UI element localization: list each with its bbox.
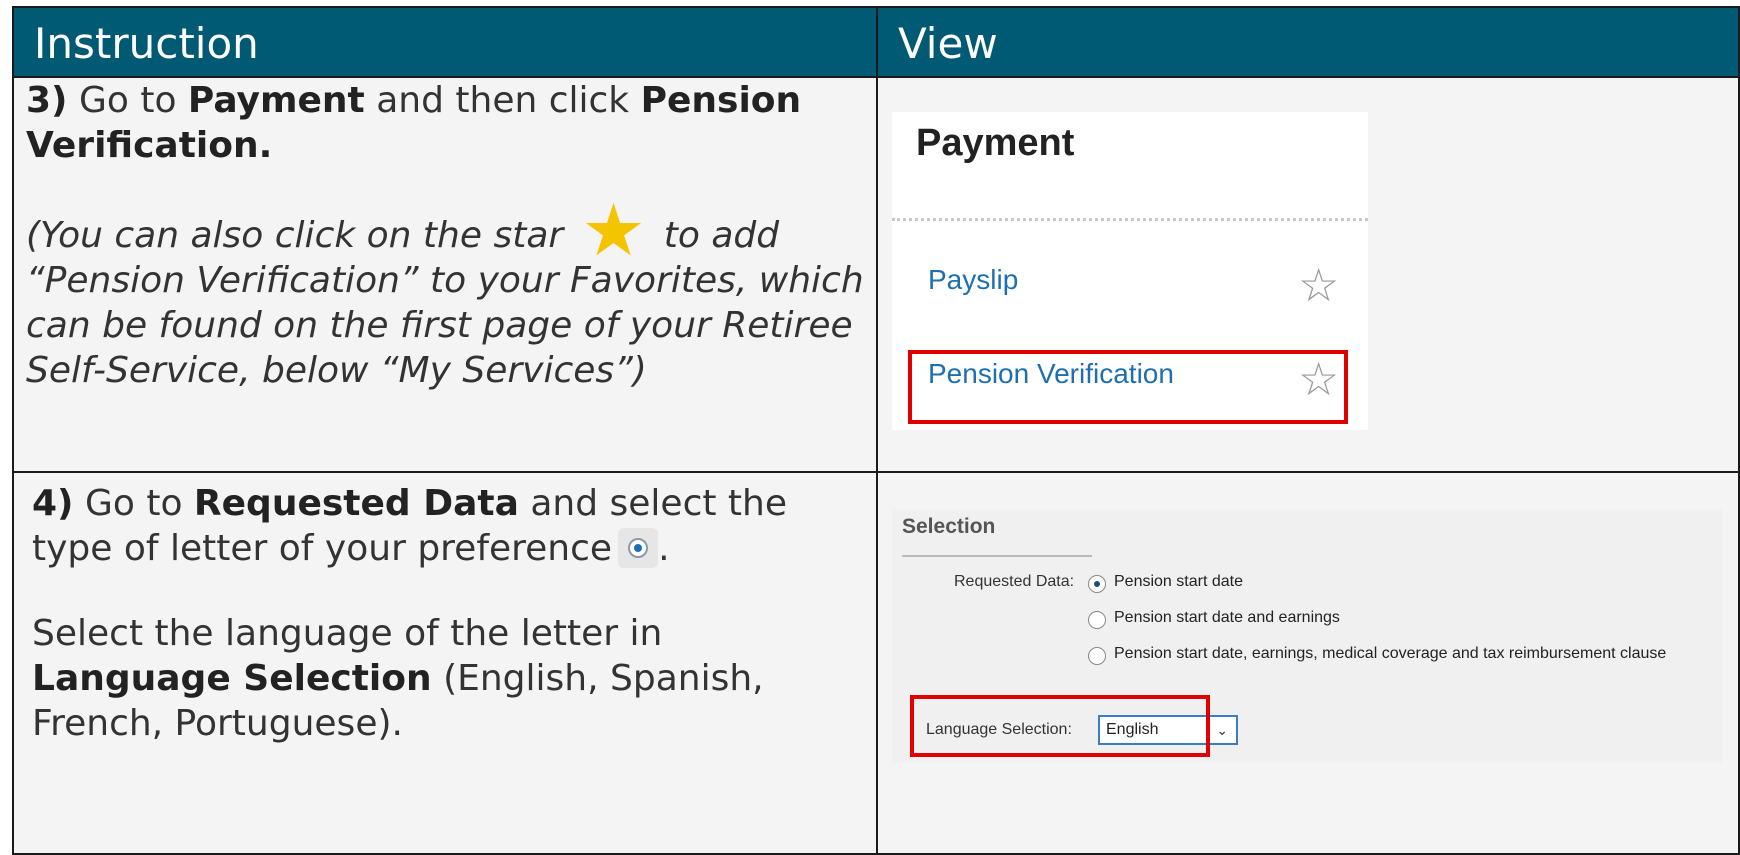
dotted-divider (892, 218, 1368, 221)
requested-data-term: Requested Data (193, 483, 519, 524)
star-icon: ★ (581, 188, 646, 272)
radio-selected-icon (618, 528, 659, 568)
requested-data-label: Requested Data: (954, 573, 1075, 590)
payment-term: Payment (187, 80, 365, 121)
selection-title: Selection (902, 515, 996, 538)
step3-text: 3) Go to Payment and then click Pension … (26, 78, 866, 168)
step3-instruction-cell: 3) Go to Payment and then click Pension … (12, 78, 878, 473)
header-instruction: Instruction (12, 6, 878, 78)
highlight-box (908, 350, 1348, 424)
title-underline (902, 555, 1092, 557)
text: Select the language of the letter in (32, 613, 663, 654)
chevron-down-icon: ⌄ (1216, 722, 1228, 738)
note-text: (You can also click on the star (26, 215, 564, 256)
text: . (658, 528, 670, 569)
option-label: Pension start date (1114, 573, 1243, 590)
instruction-table: Instruction View 3) Go to Payment and th… (12, 6, 1740, 855)
option-label: Pension start date and earnings (1114, 609, 1340, 626)
text: Go to (73, 483, 194, 524)
step-number: 3) (26, 80, 68, 121)
text: Go to (67, 80, 188, 121)
step4-instruction-cell: 4) Go to Requested Data and select the t… (12, 471, 878, 855)
step3-note: (You can also click on the star ★ to add “… (26, 188, 876, 393)
option-label: Pension start date, earnings, medical co… (1114, 645, 1667, 662)
payment-panel: Payment Payslip ☆ Pension Verification ☆ (892, 112, 1368, 430)
step3-view-cell: Payment Payslip ☆ Pension Verification ☆ (876, 78, 1740, 473)
text: and then click (364, 80, 641, 121)
step4-text: 4) Go to Requested Data and select the t… (32, 481, 862, 571)
radio-pension-start-date-earnings[interactable] (1088, 611, 1106, 629)
selection-panel: Selection Requested Data: Pension start … (892, 509, 1722, 763)
highlight-box (910, 695, 1210, 757)
radio-pension-start-date[interactable] (1088, 575, 1106, 593)
step4-view-cell: Selection Requested Data: Pension start … (876, 471, 1740, 855)
payment-title: Payment (916, 122, 1075, 164)
header-view: View (876, 6, 1740, 78)
step4-language-text: Select the language of the letter in Lan… (32, 611, 862, 746)
step-number: 4) (32, 483, 74, 524)
payslip-link[interactable]: Payslip (928, 264, 1018, 296)
language-selection-term: Language Selection (32, 658, 432, 699)
radio-pension-full-clause[interactable] (1088, 647, 1106, 665)
star-outline-icon[interactable]: ☆ (1298, 262, 1339, 308)
